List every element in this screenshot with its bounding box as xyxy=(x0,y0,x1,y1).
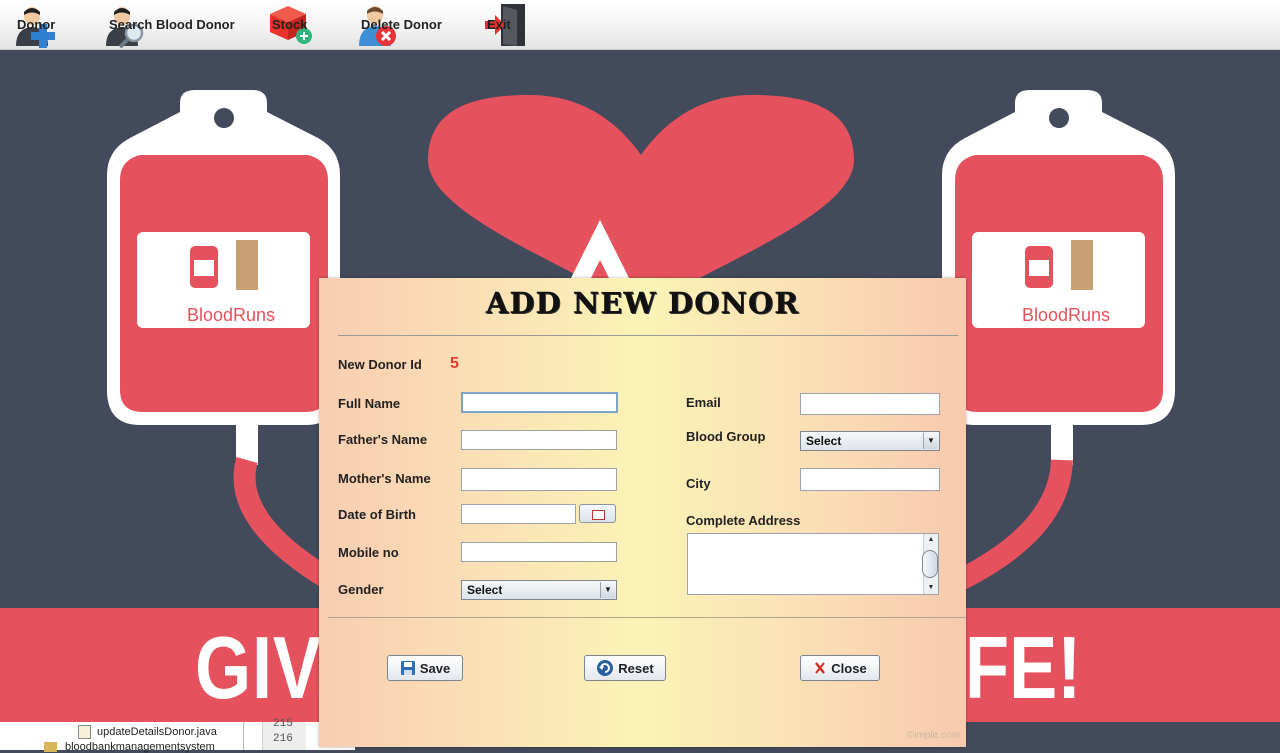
dialog-title: ADD NEW DONOR xyxy=(485,286,800,320)
brand-label-left: BloodRuns xyxy=(187,305,276,325)
close-button[interactable]: Close xyxy=(800,655,880,681)
mobile-label: Mobile no xyxy=(338,545,399,560)
buttons-separator xyxy=(328,617,966,618)
stock-button[interactable]: Stock xyxy=(268,0,314,49)
search-blood-donor-button[interactable]: Search Blood Donor xyxy=(105,0,235,49)
fathers-name-field[interactable] xyxy=(461,430,617,450)
add-donor-dialog: ADD NEW DONOR New Donor Id 5 Full Name F… xyxy=(319,278,966,747)
calendar-icon xyxy=(592,510,605,520)
date-picker-button[interactable] xyxy=(579,504,616,523)
refresh-icon xyxy=(597,660,614,676)
tree-item-package[interactable]: bloodbankmanagementsystem xyxy=(44,741,215,753)
main-toolbar: Donor Search Blood Donor Stock Delete Do… xyxy=(0,0,1280,50)
gender-select[interactable]: Select ▼ xyxy=(461,580,617,600)
reset-button[interactable]: Reset xyxy=(584,655,666,681)
chevron-down-icon: ▼ xyxy=(600,582,615,598)
save-button[interactable]: Save xyxy=(387,655,463,681)
donor-button-label: Donor xyxy=(17,17,56,32)
mobile-field[interactable] xyxy=(461,542,617,562)
slogan-text-right: FE! xyxy=(965,618,1082,717)
address-scrollbar[interactable]: ▲ ▼ xyxy=(922,534,938,594)
new-donor-id-label: New Donor Id xyxy=(338,357,422,372)
scroll-thumb[interactable] xyxy=(922,550,938,578)
stock-label: Stock xyxy=(272,17,308,32)
watermark-text: ©imple.com xyxy=(907,730,960,741)
java-file-icon xyxy=(78,725,91,739)
gender-selected-value: Select xyxy=(467,583,503,597)
floppy-disk-icon xyxy=(400,661,415,675)
search-blood-donor-label: Search Blood Donor xyxy=(109,17,235,32)
save-button-label: Save xyxy=(419,660,451,676)
brand-label-right: BloodRuns xyxy=(1022,305,1111,325)
delete-donor-button[interactable]: Delete Donor xyxy=(357,0,442,49)
tree-item-label: updateDetailsDonor.java xyxy=(97,726,217,738)
city-label: City xyxy=(686,476,711,491)
line-number-gutter: 215 216 xyxy=(262,718,307,750)
gender-label: Gender xyxy=(338,582,384,597)
dob-label: Date of Birth xyxy=(338,507,416,522)
donor-button[interactable]: Donor xyxy=(13,0,57,49)
new-donor-id-value: 5 xyxy=(450,355,459,372)
delete-donor-label: Delete Donor xyxy=(361,17,442,32)
full-name-field[interactable] xyxy=(461,392,618,413)
scroll-down-icon[interactable]: ▼ xyxy=(924,582,938,594)
tree-item-label: bloodbankmanagementsystem xyxy=(65,741,215,753)
email-label: Email xyxy=(686,395,721,410)
exit-button[interactable]: Exit xyxy=(483,0,529,49)
city-field[interactable] xyxy=(800,468,940,491)
package-icon xyxy=(44,742,57,752)
line-number: 215 xyxy=(273,718,293,730)
scroll-up-icon[interactable]: ▲ xyxy=(924,534,938,546)
fathers-name-label: Father's Name xyxy=(338,432,428,447)
blood-group-label: Blood Group xyxy=(686,429,766,444)
address-textarea[interactable]: ▲ ▼ xyxy=(687,533,939,595)
exit-label: Exit xyxy=(487,17,511,32)
blood-group-select[interactable]: Select ▼ xyxy=(800,431,940,451)
slogan-text-left: GIV xyxy=(195,618,322,717)
close-icon xyxy=(815,662,826,674)
title-separator xyxy=(338,335,958,336)
close-button-label: Close xyxy=(831,660,867,676)
blood-group-selected-value: Select xyxy=(806,434,842,448)
reset-button-label: Reset xyxy=(618,660,654,676)
line-number: 216 xyxy=(273,733,293,745)
project-tree: updateDetailsDonor.java bloodbankmanagem… xyxy=(0,722,244,753)
email-field[interactable] xyxy=(800,393,940,415)
mothers-name-field[interactable] xyxy=(461,468,617,491)
address-label: Complete Address xyxy=(686,513,801,528)
full-name-label: Full Name xyxy=(338,396,401,411)
dob-field[interactable] xyxy=(461,504,576,524)
chevron-down-icon: ▼ xyxy=(923,433,938,449)
tree-item-file[interactable]: updateDetailsDonor.java xyxy=(78,725,217,739)
ide-panel: updateDetailsDonor.java bloodbankmanagem… xyxy=(0,718,355,753)
mothers-name-label: Mother's Name xyxy=(338,471,431,486)
